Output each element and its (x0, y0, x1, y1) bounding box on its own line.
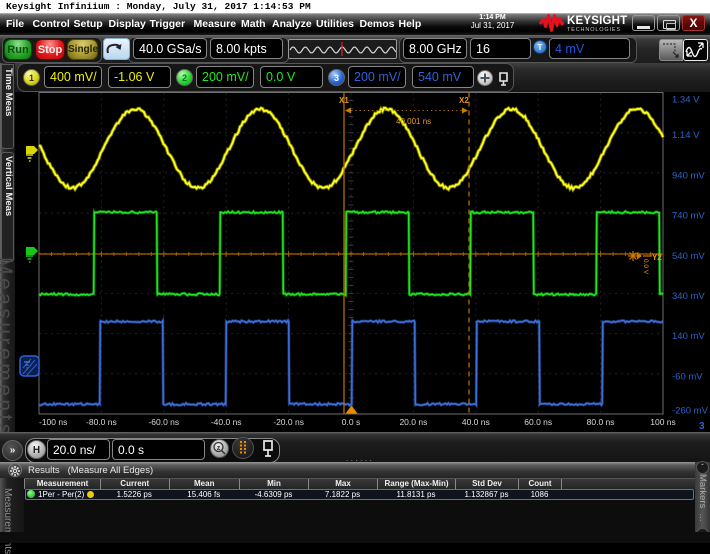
svg-text:740 mV: 740 mV (672, 211, 705, 222)
svg-text:X1: X1 (339, 96, 349, 105)
svg-text:940 mV: 940 mV (672, 170, 705, 181)
svg-text:60.0 ns: 60.0 ns (524, 417, 552, 427)
svg-text:0.0 s: 0.0 s (342, 417, 360, 427)
svg-text:100 ns: 100 ns (650, 417, 676, 427)
svg-text:-80.0 ns: -80.0 ns (86, 417, 117, 427)
svg-text:-60 mV: -60 mV (672, 371, 703, 382)
svg-text:20.0 ns: 20.0 ns (399, 417, 427, 427)
svg-text:-20.0 ns: -20.0 ns (273, 417, 304, 427)
svg-text:-60.0 ns: -60.0 ns (148, 417, 179, 427)
svg-text:80.0 ns: 80.0 ns (587, 417, 615, 427)
svg-text:-40.0 ns: -40.0 ns (211, 417, 242, 427)
svg-text:Y2: Y2 (652, 253, 662, 262)
svg-text:1.14 V: 1.14 V (672, 130, 700, 141)
svg-text:0.0 V: 0.0 V (642, 259, 649, 275)
svg-text:-260 mV: -260 mV (672, 406, 709, 417)
svg-text:1.34 V: 1.34 V (672, 95, 700, 106)
svg-text:40.0 ns: 40.0 ns (462, 417, 490, 427)
svg-text:140 mV: 140 mV (672, 331, 705, 342)
svg-text:540 mV: 540 mV (672, 251, 705, 262)
svg-text:340 mV: 340 mV (672, 291, 705, 302)
svg-text:3: 3 (699, 421, 705, 432)
svg-text:z: z (217, 445, 221, 452)
svg-text:40.001 ns: 40.001 ns (396, 117, 431, 126)
svg-text:X2: X2 (459, 96, 469, 105)
svg-text:-100 ns: -100 ns (39, 417, 67, 427)
